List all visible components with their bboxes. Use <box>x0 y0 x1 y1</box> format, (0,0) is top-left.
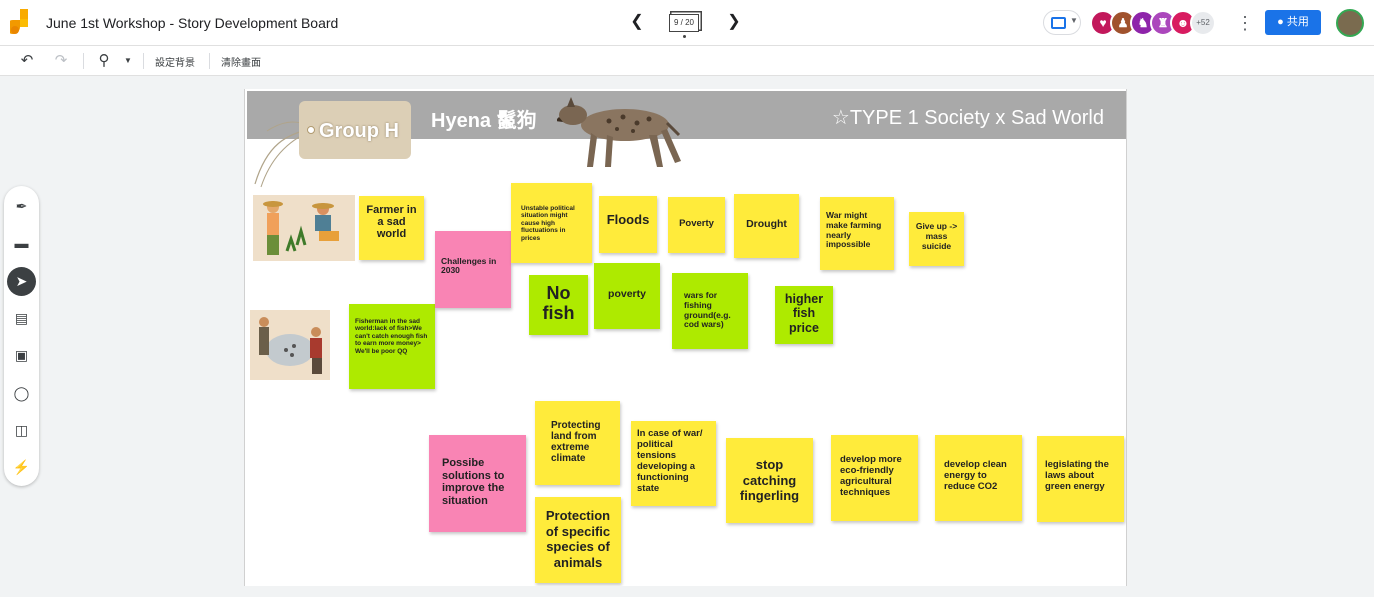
frame-indicator-dot <box>683 35 686 38</box>
avatar-count-badge[interactable]: +52 <box>1190 10 1216 36</box>
pen-icon[interactable]: ✒ <box>7 192 36 221</box>
select-pointer-icon[interactable]: ➤ <box>7 267 36 296</box>
sticky-note-farmer[interactable]: Farmer in a sad world <box>359 196 424 260</box>
undo-icon[interactable]: ↶ <box>17 51 37 71</box>
person-icon: ● <box>1277 16 1284 28</box>
hyena-image-icon[interactable] <box>557 95 681 171</box>
drawing-tools-panel: ✒ ▬ ➤ ▤ ▣ ◯ ◫ ⚡ <box>4 186 39 486</box>
farmer-image-icon <box>263 201 339 255</box>
sticky-note-protect-species[interactable]: Protection of specific species of animal… <box>535 497 621 583</box>
toolbar-divider <box>143 53 144 69</box>
user-account-avatar[interactable] <box>1336 9 1364 37</box>
redo-icon[interactable]: ↷ <box>51 51 71 71</box>
sticky-note-wars-fishing[interactable]: wars for fishing ground(e.g. cod wars) <box>672 273 748 349</box>
top-bar: June 1st Workshop - Story Development Bo… <box>0 0 1374 46</box>
sticky-note-war-farming[interactable]: War might make farming nearly impossible <box>820 197 894 270</box>
next-frame-button[interactable]: ❯ <box>724 12 744 32</box>
farmer-illustration[interactable] <box>253 195 355 261</box>
sticky-note-unstable-politics[interactable]: Unstable political situation might cause… <box>511 183 592 263</box>
frame-counter-button[interactable]: 9 / 20 <box>669 14 699 32</box>
sticky-note-stop-catching[interactable]: stop catching fingerling <box>726 438 813 523</box>
present-screen-icon <box>1051 17 1066 29</box>
sticky-note-eco-agriculture[interactable]: develop more eco-friendly agricultural t… <box>831 435 918 521</box>
fisherman-illustration[interactable] <box>250 310 330 380</box>
sticky-note-poverty[interactable]: Poverty <box>668 197 725 253</box>
toolbar-divider <box>209 53 210 69</box>
text-box-icon[interactable]: ◫ <box>7 416 36 445</box>
laser-icon[interactable]: ⚡ <box>7 453 36 482</box>
sticky-note-icon[interactable]: ▤ <box>7 304 36 333</box>
sticky-note-drought[interactable]: Drought <box>734 194 799 258</box>
zoom-icon[interactable]: ⚲ <box>94 51 114 71</box>
whiteboard-canvas[interactable]: Hyena 鬣狗 ☆TYPE 1 Society x Sad World Gro… <box>244 89 1127 586</box>
set-background-button[interactable]: 設定背景 <box>155 54 195 69</box>
share-button[interactable]: ● 共用 <box>1265 10 1321 35</box>
document-title[interactable]: June 1st Workshop - Story Development Bo… <box>46 15 338 31</box>
group-tag-text: Group H <box>319 120 399 142</box>
board-title: Hyena 鬣狗 <box>431 110 537 132</box>
eraser-icon[interactable]: ▬ <box>7 229 36 258</box>
present-button[interactable]: ▼ <box>1043 10 1081 35</box>
more-options-icon[interactable]: ⋮ <box>1236 13 1254 33</box>
sticky-note-higher-fish-price[interactable]: higher fish price <box>775 286 833 344</box>
sticky-note-solutions[interactable]: Possibe solutions to improve the situati… <box>429 435 526 532</box>
sticky-note-protect-land[interactable]: Protecting land from extreme climate <box>535 401 620 485</box>
jamboard-logo-icon[interactable] <box>10 9 34 37</box>
board-subtitle: ☆TYPE 1 Society x Sad World <box>831 107 1104 129</box>
zoom-chevron-down-icon[interactable]: ▼ <box>118 51 138 71</box>
toolbar-divider <box>83 53 84 69</box>
chevron-down-icon: ▼ <box>1070 16 1078 25</box>
sticky-note-no-fish[interactable]: No fish <box>529 275 588 335</box>
circle-shape-icon[interactable]: ◯ <box>7 379 36 408</box>
previous-frame-button[interactable]: ❮ <box>627 12 647 32</box>
edit-toolbar: ↶ ↷ ⚲ ▼ 設定背景 清除畫面 <box>0 46 1374 76</box>
sticky-note-clean-energy[interactable]: develop clean energy to reduce CO2 <box>935 435 1022 521</box>
clear-frame-button[interactable]: 清除畫面 <box>221 54 261 69</box>
sticky-note-legislate[interactable]: legislating the laws about green energy <box>1037 436 1124 522</box>
sticky-note-war-state[interactable]: In case of war/ political tensions devel… <box>631 421 716 506</box>
image-icon[interactable]: ▣ <box>7 341 36 370</box>
tag-hole <box>307 126 315 134</box>
sticky-note-floods[interactable]: Floods <box>599 196 657 253</box>
sticky-note-poverty-2[interactable]: poverty <box>594 263 660 329</box>
sticky-note-give-up[interactable]: Give up -> mass suicide <box>909 212 964 266</box>
fisherman-image-icon <box>259 317 322 374</box>
sticky-note-fisherman[interactable]: Fisherman in the sad world:lack of fish>… <box>349 304 435 389</box>
share-button-label: 共用 <box>1286 16 1309 28</box>
sticky-note-challenges[interactable]: Challenges in 2030 <box>435 231 511 308</box>
